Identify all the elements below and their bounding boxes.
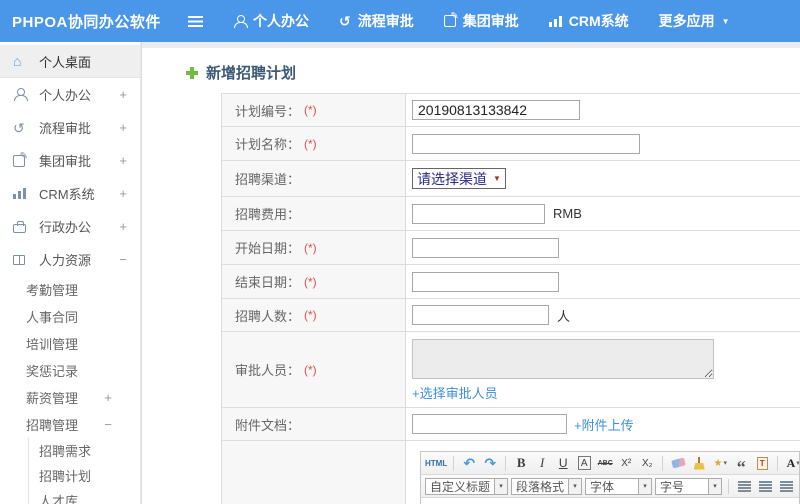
superscript-button[interactable]: X² <box>617 454 635 472</box>
end-date-input[interactable] <box>412 271 559 292</box>
select-arrow-icon: ▼ <box>493 174 501 183</box>
sidebar-item-reward-punishment[interactable]: 奖惩记录 <box>0 357 140 384</box>
strikethrough-button[interactable]: ABC <box>596 454 614 472</box>
approvers-textarea[interactable] <box>412 339 714 379</box>
clear-format-button[interactable] <box>669 454 687 472</box>
home-icon: ⌂ <box>13 53 22 69</box>
sidebar-item-attendance[interactable]: 考勤管理 <box>0 276 140 303</box>
undo-button[interactable]: ↶ <box>460 454 478 472</box>
brush-icon <box>694 456 705 470</box>
align-left-icon <box>737 480 751 492</box>
sidebar-item-salary[interactable]: 薪资管理 + <box>0 384 140 411</box>
sidebar-item-admin-office[interactable]: 行政办公 + <box>0 210 140 243</box>
start-date-input[interactable] <box>412 237 559 258</box>
book-icon <box>13 254 25 265</box>
main-content: 新增招聘计划 计划编号：(*) 计划名称：(*) 招聘渠道： 请选择渠道 <box>141 42 800 504</box>
person-icon <box>233 14 248 28</box>
plan-name-input[interactable] <box>412 133 640 154</box>
sidebar-item-desktop[interactable]: ⌂ 个人桌面 <box>0 45 140 78</box>
chevron-down-icon: ▼ <box>721 16 730 26</box>
flow-icon: ↺ <box>339 13 351 29</box>
fee-input[interactable] <box>412 203 545 224</box>
sidebar-item-talent-pool[interactable]: 人才库 <box>29 488 140 504</box>
blockquote-button[interactable]: “ <box>732 454 750 475</box>
form-row-editor: HTML ↶ ↷ B I U A ABC X² X₂ ★ ▾ “ T A 自定义… <box>222 441 800 504</box>
person-icon <box>13 88 28 101</box>
recruit-plan-form: 计划编号：(*) 计划名称：(*) 招聘渠道： 请选择渠道 ▼ <box>221 93 800 504</box>
sidebar-item-personal-office[interactable]: 个人办公 + <box>0 78 140 111</box>
editor-toolbar-row1: HTML ↶ ↷ B I U A ABC X² X₂ ★ ▾ “ T A <box>421 452 799 475</box>
sidebar-item-recruitment[interactable]: 招聘管理 − <box>0 411 140 438</box>
sidebar-item-group-approval[interactable]: ✎ 集团审批 + <box>0 144 140 177</box>
form-row-attachment: 附件文档： +附件上传 <box>222 408 800 441</box>
attachment-upload-link[interactable]: +附件上传 <box>574 415 634 434</box>
sidebar-item-recruit-plan[interactable]: 招聘计划 <box>29 463 140 488</box>
form-row-plan-code: 计划编号： (*) <box>222 94 800 127</box>
form-row-headcount: 招聘人数： (*) 人 <box>222 299 800 332</box>
paragraph-format-select[interactable]: 段落格式 ▾ <box>511 477 583 495</box>
auto-typeset-button[interactable]: ★ ▾ <box>711 454 729 472</box>
align-left-button[interactable] <box>735 477 753 495</box>
editor-toolbar-row2: 自定义标题 ▾ 段落格式 ▾ 字体 ▾ 字号 ▾ <box>421 475 799 498</box>
topbar: PHPOA协同办公软件 个人办公 ↺ 流程审批 ✎ 集团审批 CRM系统 更多应… <box>0 0 800 42</box>
paste-as-text-button[interactable]: T <box>753 454 771 472</box>
sidebar-item-human-resources[interactable]: 人力资源 − <box>0 243 140 276</box>
plan-code-input[interactable] <box>412 100 580 120</box>
flow-icon: ↺ <box>13 119 25 136</box>
rich-text-editor: HTML ↶ ↷ B I U A ABC X² X₂ ★ ▾ “ T A 自定义… <box>420 451 800 504</box>
sidebar: ⌂ 个人桌面 个人办公 + ↺ 流程审批 + ✎ 集团审批 + CRM系统 + … <box>0 42 141 504</box>
align-center-icon <box>758 480 772 492</box>
briefcase-icon <box>13 220 26 233</box>
topnav-more-apps[interactable]: 更多应用 ▼ <box>659 11 730 31</box>
topnav-workflow-approval[interactable]: ↺ 流程审批 <box>339 11 414 31</box>
sidebar-item-crm[interactable]: CRM系统 + <box>0 177 140 210</box>
italic-button[interactable]: I <box>533 454 551 472</box>
topnav-group-approval[interactable]: ✎ 集团审批 <box>443 11 519 31</box>
sidebar-item-recruit-demand[interactable]: 招聘需求 <box>29 438 140 463</box>
page-title: 新增招聘计划 <box>206 65 297 82</box>
hamburger-menu-icon[interactable] <box>188 15 203 27</box>
attachment-input[interactable] <box>412 414 567 434</box>
char-border-button[interactable]: A <box>577 456 591 470</box>
sidebar-item-hr-contract[interactable]: 人事合同 <box>0 303 140 330</box>
format-painter-button[interactable] <box>690 454 708 472</box>
custom-title-select[interactable]: 自定义标题 ▾ <box>425 477 509 495</box>
font-size-select[interactable]: 字号 ▾ <box>655 477 723 495</box>
align-right-icon <box>779 480 793 492</box>
font-color-button[interactable]: A▾ <box>784 454 799 472</box>
bar-chart-icon <box>13 188 26 199</box>
app-window: PHPOA协同办公软件 个人办公 ↺ 流程审批 ✎ 集团审批 CRM系统 更多应… <box>0 0 800 504</box>
sidebar-item-workflow-approval[interactable]: ↺ 流程审批 + <box>0 111 140 144</box>
form-row-approvers: 审批人员： (*) +选择审批人员 <box>222 332 800 408</box>
form-row-end-date: 结束日期： (*) <box>222 265 800 299</box>
form-row-start-date: 开始日期： (*) <box>222 231 800 265</box>
form-row-fee: 招聘费用： RMB <box>222 197 800 231</box>
magic-icon: ★ <box>713 457 723 469</box>
bold-button[interactable]: B <box>512 454 530 472</box>
sidebar-item-training[interactable]: 培训管理 <box>0 330 140 357</box>
align-center-button[interactable] <box>756 477 774 495</box>
channel-select[interactable]: 请选择渠道 ▼ <box>412 168 506 189</box>
select-approvers-link[interactable]: +选择审批人员 <box>412 383 498 402</box>
align-right-button[interactable] <box>777 477 795 495</box>
edit-icon: ✎ <box>13 151 28 167</box>
form-row-plan-name: 计划名称： (*) <box>222 127 800 161</box>
editor-content-area[interactable] <box>421 498 799 504</box>
subscript-button[interactable]: X₂ <box>638 454 656 472</box>
align-justify-button[interactable] <box>798 477 799 495</box>
font-family-select[interactable]: 字体 ▾ <box>585 477 653 495</box>
clipboard-icon: T <box>756 456 768 470</box>
topnav-crm-system[interactable]: CRM系统 <box>548 11 629 31</box>
brand-logo: PHPOA协同办公软件 <box>12 13 161 31</box>
edit-icon: ✎ <box>443 11 459 27</box>
plus-icon <box>186 66 198 79</box>
underline-button[interactable]: U <box>554 454 572 472</box>
headcount-input[interactable] <box>412 305 549 325</box>
redo-button[interactable]: ↷ <box>481 454 499 472</box>
source-code-button[interactable]: HTML <box>425 454 447 472</box>
bar-chart-icon <box>548 15 562 27</box>
eraser-icon <box>670 457 686 469</box>
topnav-personal-office[interactable]: 个人办公 <box>233 11 309 31</box>
form-row-channel: 招聘渠道： 请选择渠道 ▼ <box>222 161 800 197</box>
